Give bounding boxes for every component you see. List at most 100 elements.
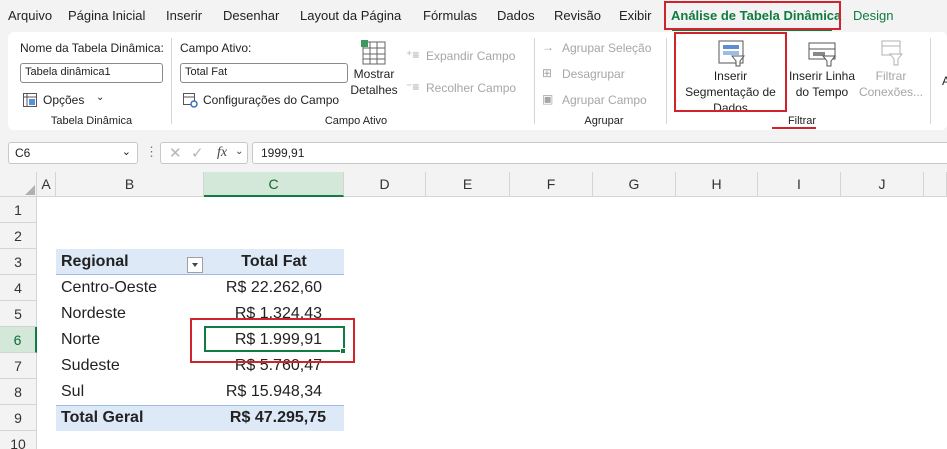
slicer-highlight [674,32,787,112]
pivot-total-label: Total Geral [61,409,144,426]
row-header-9[interactable]: 9 [0,405,37,431]
tab-desenhar[interactable]: Desenhar [223,8,279,23]
name-box-value: C6 [15,146,31,160]
group-divider [930,38,931,124]
row-header-4[interactable]: 4 [0,275,37,301]
pivot-name-label: Nome da Tabela Dinâmica: [20,41,164,55]
tab-arquivo[interactable]: Arquivo [8,8,52,23]
next-group-glyph: A [942,74,947,88]
chevron-down-icon: ⌄ [96,92,105,103]
column-header-d[interactable]: D [344,172,426,197]
row-header-3[interactable]: 3 [0,249,37,275]
options-button[interactable]: Opções ⌄ [22,91,112,109]
formula-controls: ✕ ✓ fx ⌄ [160,142,248,164]
pivot-row-label[interactable]: Sudeste [61,353,120,379]
column-header-g[interactable]: G [593,172,676,197]
cancel-icon[interactable]: ✕ [169,144,182,162]
pivot-header-total-fat: Total Fat [241,253,307,270]
ungroup-icon: ⊞ [542,66,553,80]
insert-timeline-label: Inserir Linha do Tempo [788,69,856,99]
timeline-icon [808,42,837,67]
group-divider [171,38,172,124]
field-settings-icon [183,93,198,108]
more-options-icon[interactable]: ⋮ [145,144,158,160]
tab-exibir[interactable]: Exibir [619,8,652,23]
column-header-c[interactable]: C [204,172,344,197]
tab-revisao[interactable]: Revisão [554,8,601,23]
worksheet-grid: A B C D E F G H I J 1 2 3 4 5 6 7 8 9 10… [0,172,947,449]
filter-dropdown-button[interactable] [187,257,203,273]
ribbon: Nome da Tabela Dinâmica: Tabela dinâmica… [8,32,947,130]
column-header-b[interactable]: B [56,172,204,197]
pivot-options-icon [23,93,37,107]
column-header-a[interactable]: A [37,172,56,197]
show-details-icon [361,40,386,65]
tab-design[interactable]: Design [853,8,893,23]
row-header-5[interactable]: 5 [0,301,37,327]
group-selection-label: Agrupar Seleção [562,41,652,55]
row-header-7[interactable]: 7 [0,353,37,379]
chevron-down-icon[interactable]: ⌄ [122,145,131,158]
filter-connections-label: Filtrar Conexões... [858,69,924,99]
arrow-right-icon: → [542,40,554,54]
expand-field-icon: ⁺≡ [406,48,420,62]
pivot-row-label[interactable]: Nordeste [61,301,126,327]
row-header-8[interactable]: 8 [0,379,37,405]
row-header-6[interactable]: 6 [0,327,37,353]
pivot-row-value[interactable]: R$ 22.262,60 [204,275,322,301]
ungroup-label: Desagrupar [562,67,625,81]
options-label: Opções [43,93,85,107]
filter-connections-icon [881,40,904,66]
filter-connections-button[interactable]: Filtrar Conexões... [857,38,925,110]
formula-input[interactable]: 1999,91 [252,142,947,164]
tab-layout-da-pagina[interactable]: Layout da Página [300,8,401,23]
pivot-row-label[interactable]: Norte [61,327,100,353]
tab-pagina-inicial[interactable]: Página Inicial [68,8,145,23]
pivot-total-value: R$ 47.295,75 [229,409,326,426]
group-divider [534,38,535,124]
tab-dados[interactable]: Dados [497,8,535,23]
field-settings-label: Configurações do Campo [203,93,340,107]
tab-inserir[interactable]: Inserir [166,8,202,23]
column-header-e[interactable]: E [426,172,510,197]
name-box[interactable]: C6 ⌄ [8,142,138,164]
column-header-i[interactable]: I [758,172,841,197]
pivot-row-value[interactable]: R$ 15.948,34 [204,379,322,405]
active-field-input[interactable]: Total Fat [180,63,348,83]
column-header-j[interactable]: J [841,172,924,197]
group-caption-pivot: Tabela Dinâmica [50,115,133,127]
row-header-2[interactable]: 2 [0,223,37,249]
collapse-field-button[interactable]: ⁻≡ Recolher Campo [406,80,526,98]
active-field-label: Campo Ativo: [180,41,252,55]
show-details-label: Mostrar Detalhes [350,67,398,97]
insert-function-button[interactable]: fx [217,145,227,161]
insert-timeline-button[interactable]: Inserir Linha do Tempo [788,38,856,110]
pivot-row-label[interactable]: Sul [61,379,84,405]
ungroup-button[interactable]: ⊞ Desagrupar [542,66,666,84]
expand-field-button[interactable]: ⁺≡ Expandir Campo [406,48,526,66]
calendar-icon: ▣ [542,92,554,106]
group-selection-button[interactable]: → Agrupar Seleção [542,40,666,58]
pivot-header-regional: Regional [61,253,129,270]
group-field-button[interactable]: ▣ Agrupar Campo [542,92,666,110]
group-field-label: Agrupar Campo [562,93,647,107]
chevron-down-icon[interactable]: ⌄ [235,146,243,157]
column-header-partial [924,172,947,197]
column-header-h[interactable]: H [676,172,758,197]
column-header-f[interactable]: F [510,172,593,197]
group-caption-filter: Filtrar [787,115,817,127]
show-details-button[interactable]: Mostrar Detalhes [348,38,400,108]
pivot-name-input[interactable]: Tabela dinâmica1 [20,63,163,83]
cell-highlight [190,318,355,363]
chevron-down-icon [192,263,198,267]
excel-window: Arquivo Página Inicial Inserir Desenhar … [0,0,947,449]
row-header-1[interactable]: 1 [0,197,37,223]
confirm-icon[interactable]: ✓ [191,144,204,162]
group-caption-active-field: Campo Ativo [324,115,388,127]
tab-formulas[interactable]: Fórmulas [423,8,477,23]
field-settings-button[interactable]: Configurações do Campo [182,91,342,109]
row-header-10[interactable]: 10 [0,431,37,449]
filter-group-underline [772,127,816,129]
pivot-row-label[interactable]: Centro-Oeste [61,275,157,301]
group-caption-group: Agrupar [584,115,624,127]
